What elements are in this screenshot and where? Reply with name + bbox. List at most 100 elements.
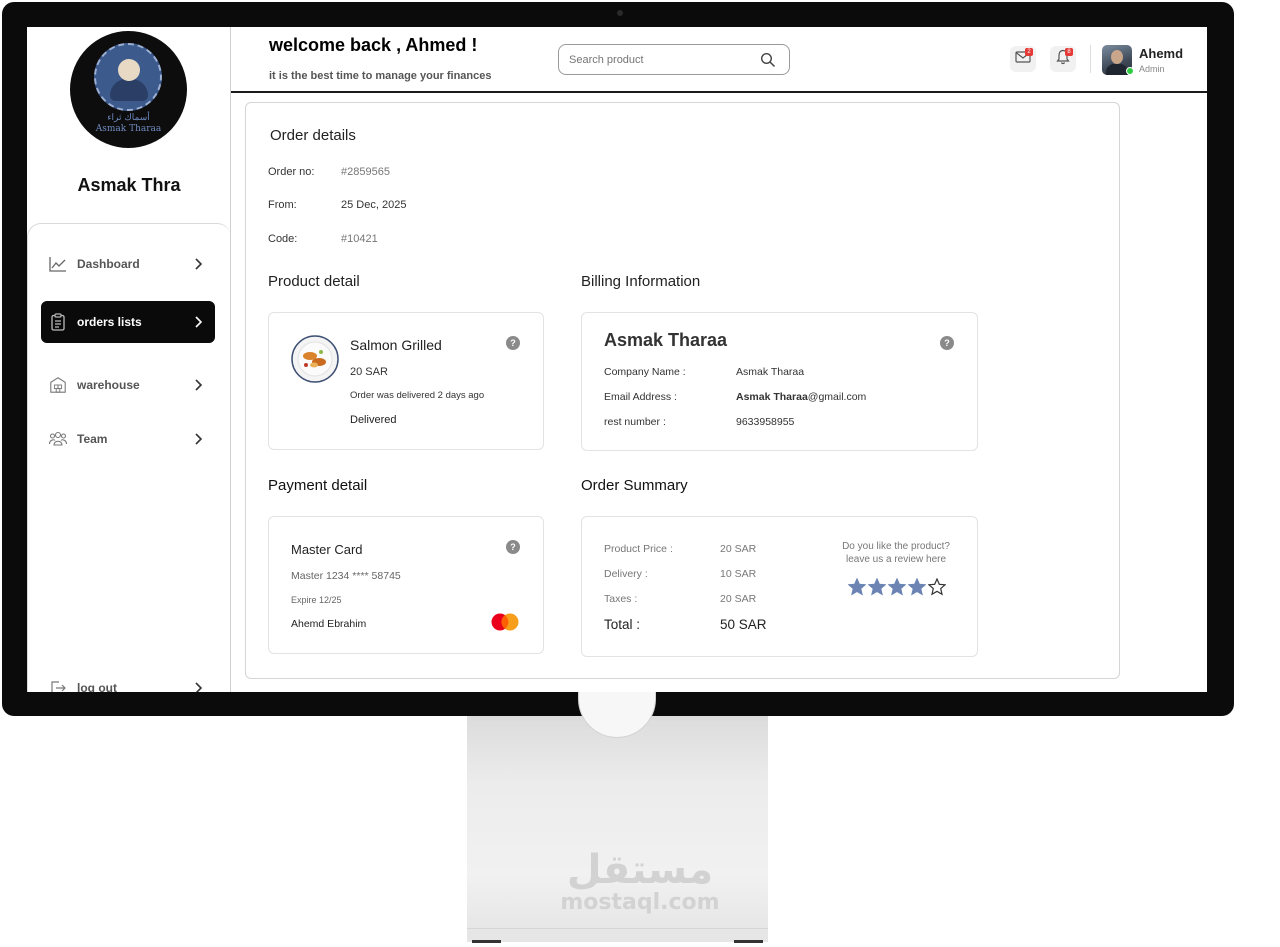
logout-button[interactable]: log out	[41, 667, 215, 692]
product-price-label: Product Price :	[604, 543, 673, 555]
product-card: Salmon Grilled 20 SAR Order was delivere…	[268, 312, 544, 450]
user-role: Admin	[1139, 64, 1165, 74]
star-filled-icon[interactable]	[908, 578, 926, 596]
screen: أسماك ثراء Asmak Tharaa Asmak Thra Dashb…	[27, 27, 1207, 692]
delivery-value: 10 SAR	[720, 568, 757, 580]
avatar-body	[1106, 64, 1128, 75]
watermark: مستقل mostaql.com	[560, 850, 720, 916]
product-image	[291, 335, 339, 383]
logout-icon	[49, 679, 67, 692]
payment-detail-title: Payment detail	[268, 477, 368, 494]
order-no-value: #2859565	[341, 166, 390, 178]
logo-text-arabic: أسماك ثراء	[107, 113, 150, 123]
logo-text: أسماك ثراء Asmak Tharaa	[70, 113, 187, 135]
star-filled-icon[interactable]	[868, 578, 886, 596]
order-details-title: Order details	[270, 127, 356, 144]
product-name: Salmon Grilled	[350, 337, 442, 353]
email-value[interactable]: Asmak Tharaa@gmail.com	[736, 391, 866, 403]
total-value: 50 SAR	[720, 617, 767, 632]
clipboard-icon	[49, 313, 67, 331]
order-details-panel: Order details Order no: #2859565 From: 2…	[245, 102, 1120, 679]
order-summary-title: Order Summary	[581, 477, 688, 494]
rest-number-value: 9633958955	[736, 416, 795, 428]
review-prompt-line2[interactable]: leave us a review here	[827, 554, 965, 565]
email-user: Asmak Tharaa	[736, 391, 808, 403]
online-status-icon	[1126, 67, 1134, 75]
star-filled-icon[interactable]	[888, 578, 906, 596]
chart-line-icon	[49, 255, 67, 273]
chevron-right-icon	[191, 257, 205, 271]
help-icon[interactable]: ?	[940, 336, 954, 350]
billing-card: Asmak Tharaa ? Company Name : Asmak Thar…	[581, 312, 978, 451]
payment-card: Master Card ? Master 1234 **** 58745 Exp…	[268, 516, 544, 654]
sidebar-item-label: Team	[77, 432, 108, 446]
team-icon	[49, 430, 67, 448]
email-label: Email Address :	[604, 391, 677, 403]
product-price-value: 20 SAR	[720, 543, 757, 555]
header-divider	[1090, 45, 1091, 73]
sidebar-item-label: warehouse	[77, 378, 140, 392]
sidebar-item-warehouse[interactable]: warehouse	[41, 364, 215, 406]
stand-foot	[472, 940, 501, 943]
sidebar-item-orders-lists[interactable]: orders lists	[41, 301, 215, 343]
top-header: welcome back , Ahmed ! it is the best ti…	[231, 27, 1207, 93]
review-prompt-line1: Do you like the product?	[842, 541, 950, 552]
code-value: #10421	[341, 233, 378, 245]
welcome-subtitle: it is the best time to manage your finan…	[269, 70, 492, 82]
order-no-label: Order no:	[268, 166, 315, 178]
star-empty-icon[interactable]	[928, 578, 946, 596]
messages-badge: 2	[1025, 48, 1033, 56]
from-label: From:	[268, 199, 297, 211]
search-box	[558, 44, 790, 75]
sidebar-item-team[interactable]: Team	[41, 418, 215, 460]
chevron-right-icon	[191, 432, 205, 446]
sidebar-item-label: Dashboard	[77, 257, 140, 271]
search-input[interactable]	[569, 51, 749, 69]
scene: مستقل mostaql.com أسماك ثراء Asmak Thara…	[0, 0, 1280, 947]
code-label: Code:	[268, 233, 298, 245]
help-icon[interactable]: ?	[506, 336, 520, 350]
card-type: Master Card	[291, 542, 363, 557]
rest-number-label: rest number :	[604, 416, 666, 428]
camera-icon	[617, 10, 623, 16]
card-holder: Ahemd Ebrahim	[291, 618, 367, 630]
avatar-face	[1111, 50, 1123, 64]
taxes-value: 20 SAR	[720, 593, 757, 605]
warehouse-icon	[49, 376, 67, 394]
order-summary-card: Product Price : 20 SAR Delivery : 10 SAR…	[581, 516, 978, 657]
product-price: 20 SAR	[350, 366, 388, 378]
billing-title: Billing Information	[581, 273, 701, 290]
company-name-value: Asmak Tharaa	[736, 366, 805, 378]
watermark-arabic: مستقل	[566, 847, 714, 893]
search-icon[interactable]	[760, 52, 776, 68]
email-domain: @gmail.com	[807, 391, 867, 403]
rating-stars[interactable]	[848, 578, 948, 596]
notifications-button[interactable]: 8	[1050, 46, 1076, 72]
chevron-right-icon	[191, 378, 205, 392]
star-filled-icon[interactable]	[848, 578, 866, 596]
sidebar-item-dashboard[interactable]: Dashboard	[41, 243, 215, 285]
company-name-label: Company Name :	[604, 366, 686, 378]
sidebar: أسماك ثراء Asmak Tharaa Asmak Thra Dashb…	[27, 27, 231, 692]
taxes-label: Taxes :	[604, 593, 638, 605]
brand-name: Asmak Thra	[77, 175, 181, 195]
delivery-note: Order was delivered 2 days ago	[350, 390, 485, 401]
notifications-badge: 8	[1065, 48, 1073, 56]
user-name[interactable]: Ahemd	[1139, 46, 1183, 61]
logo-figure-face	[118, 59, 140, 81]
brand-logo[interactable]: أسماك ثراء Asmak Tharaa	[70, 31, 187, 148]
messages-button[interactable]: 2	[1010, 46, 1036, 72]
product-detail-title: Product detail	[268, 273, 360, 290]
from-value: 25 Dec, 2025	[341, 199, 407, 211]
help-icon[interactable]: ?	[506, 540, 520, 554]
logo-figure-body	[110, 79, 148, 101]
logo-emblem	[94, 43, 162, 111]
card-number: Master 1234 **** 58745	[291, 570, 401, 582]
chevron-right-icon	[191, 681, 205, 692]
delivery-label: Delivery :	[604, 568, 648, 580]
billing-name: Asmak Tharaa	[604, 330, 728, 350]
sidebar-item-label: orders lists	[77, 315, 142, 329]
mastercard-icon	[489, 612, 521, 632]
logout-label: log out	[77, 681, 117, 692]
chevron-right-icon	[191, 315, 205, 329]
